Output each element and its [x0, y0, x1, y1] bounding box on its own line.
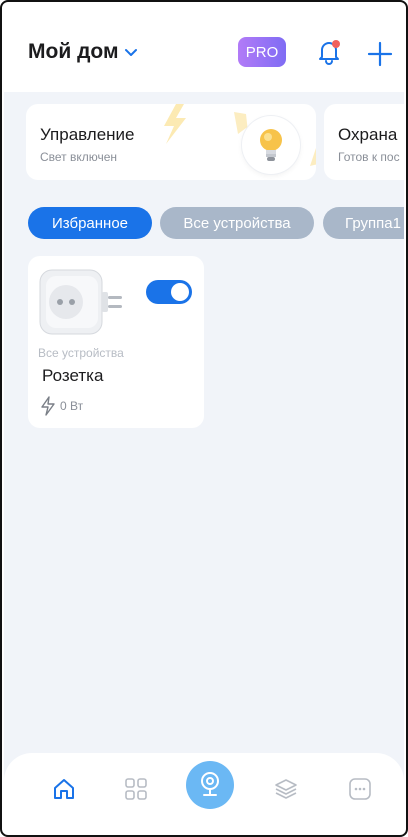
device-power: 0 Вт: [40, 396, 83, 416]
add-icon[interactable]: [366, 40, 394, 68]
app-screen: Мой дом PRO Управление Свет включен Охра…: [4, 4, 404, 833]
tab-group1[interactable]: Группа1: [323, 207, 404, 239]
nav-devices[interactable]: [116, 769, 156, 809]
home-icon: [54, 779, 74, 799]
lightning-icon: [41, 396, 55, 416]
nav-camera[interactable]: [186, 761, 234, 809]
phone-frame: Мой дом PRO Управление Свет включен Охра…: [0, 0, 408, 837]
home-name: Мой дом: [28, 40, 119, 63]
chevron-down-icon: [125, 49, 138, 56]
light-bulb-icon: [260, 129, 282, 161]
bottom-nav: [4, 753, 404, 833]
scene-subtitle: Свет включен: [40, 150, 118, 164]
header: Мой дом PRO: [4, 4, 404, 92]
tab-favorites[interactable]: Избранное: [28, 207, 152, 239]
grid-icon: [125, 778, 147, 800]
scene-card-security[interactable]: Охрана Готов к пос: [324, 104, 404, 180]
device-group: Все устройства: [38, 346, 124, 360]
smart-plug-image: [39, 269, 122, 335]
more-icon: [349, 778, 371, 800]
toggle-knob: [171, 283, 189, 301]
device-card[interactable]: Все устройства Розетка 0 Вт: [28, 256, 204, 428]
bulb-icon-container: [242, 116, 300, 174]
scene-title: Охрана: [338, 125, 398, 144]
nav-home[interactable]: [44, 769, 84, 809]
home-selector[interactable]: Мой дом: [28, 40, 138, 64]
layers-icon: [275, 779, 297, 799]
nav-more[interactable]: [340, 769, 380, 809]
camera-icon: [201, 772, 219, 796]
device-name: Розетка: [42, 366, 104, 385]
bell-icon[interactable]: [316, 38, 342, 66]
nav-scenes[interactable]: [266, 769, 306, 809]
power-toggle[interactable]: [146, 280, 192, 304]
scene-subtitle: Готов к пос: [338, 150, 400, 164]
pro-badge[interactable]: PRO: [238, 37, 286, 67]
power-value: 0 Вт: [60, 399, 84, 413]
scene-card-control[interactable]: Управление Свет включен: [26, 104, 316, 180]
scene-title: Управление: [40, 125, 135, 144]
tab-all-devices[interactable]: Все устройства: [160, 207, 314, 239]
